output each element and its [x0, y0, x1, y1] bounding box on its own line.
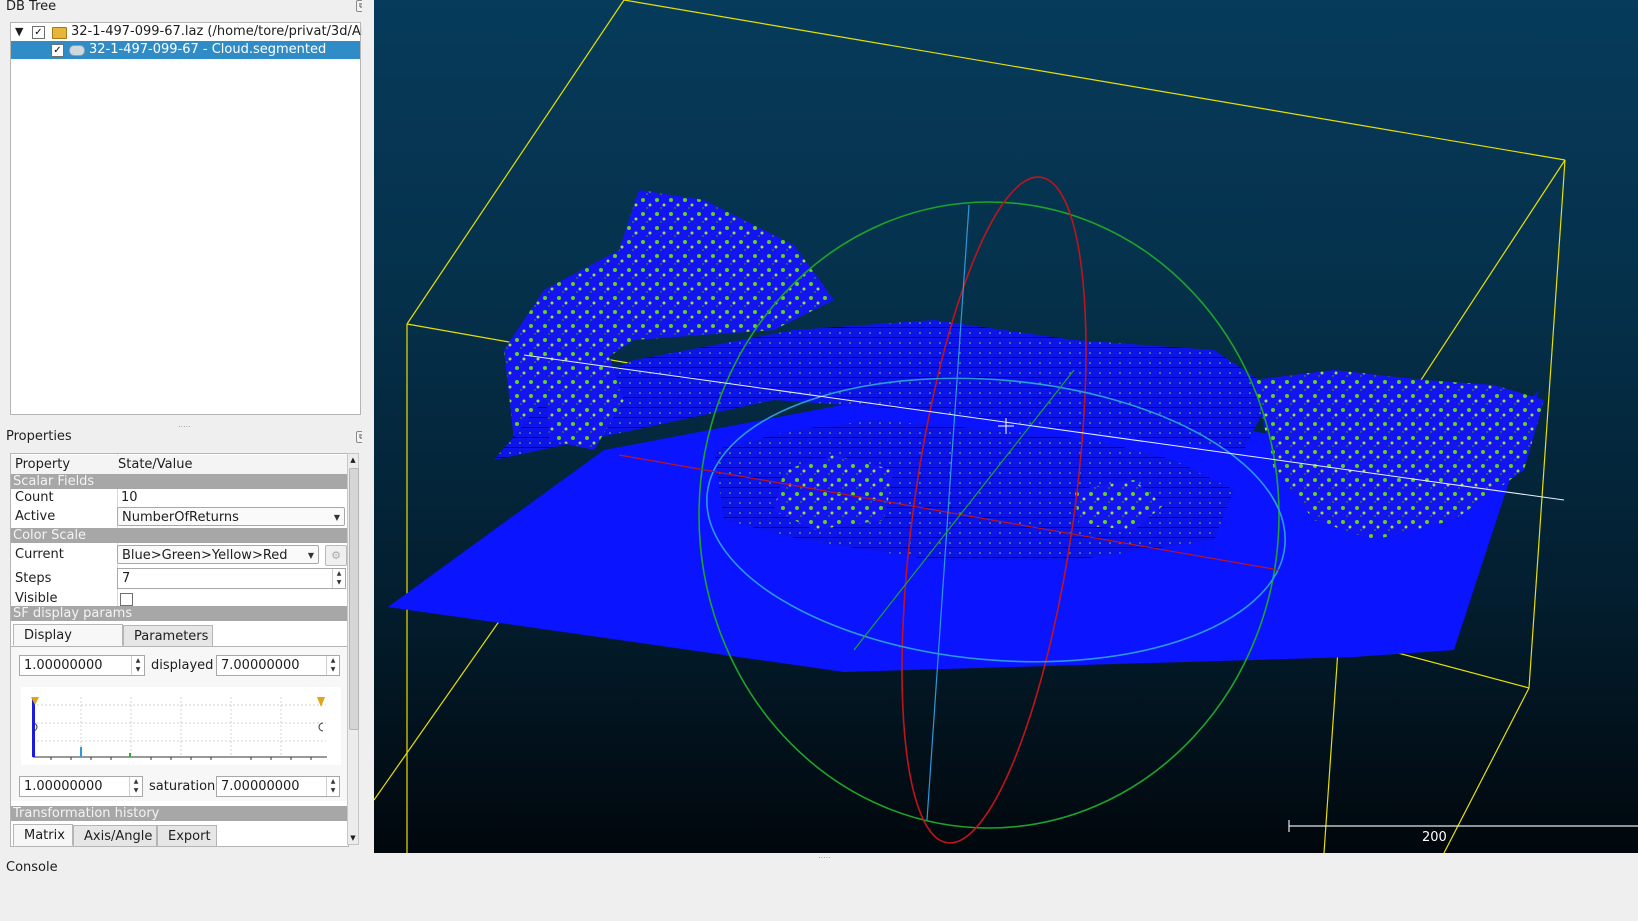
saturation-min-value: 1.00000000 [24, 779, 103, 794]
active-label: Active [15, 509, 56, 524]
properties-scrollbar[interactable]: ▲ ▼ [347, 453, 359, 845]
sf-histogram[interactable] [21, 687, 341, 765]
tab-parameters[interactable]: Parameters [123, 625, 213, 647]
color-scale-value: Blue>Green>Yellow>Red [122, 548, 288, 563]
expand-arrow-icon[interactable]: ▼ [15, 23, 23, 41]
spin-arrows-icon[interactable]: ▲ ▼ [131, 656, 144, 675]
section-scalar-fields: Scalar Fields [11, 474, 348, 489]
color-scale-editor-gear-icon[interactable]: ⚙ [325, 545, 347, 566]
scrollbar-thumb[interactable] [349, 468, 359, 730]
point-cloud-render[interactable] [374, 0, 1638, 853]
displayed-max-spinbox[interactable]: 7.00000000 ▲ ▼ [216, 655, 340, 676]
tree-item-laz-file[interactable]: ▼ ✓ 32-1-497-099-67.laz (/home/tore/priv… [11, 23, 377, 41]
tree-item-label: 32-1-497-099-67.laz (/home/tore/privat/3… [71, 24, 378, 39]
displayed-label: displayed [151, 658, 214, 673]
panel-splitter[interactable] [362, 0, 374, 853]
section-transformation-history: Transformation history [11, 806, 348, 821]
splitter-handle[interactable]: ..... [178, 420, 191, 429]
scroll-down-icon[interactable]: ▼ [348, 833, 358, 843]
row-count: Count 10 [11, 488, 348, 507]
tree-item-label: 32-1-497-099-67 - Cloud.segmented [89, 42, 327, 57]
properties-header-row: Property State/Value [11, 455, 348, 474]
saturation-max-spinbox[interactable]: 7.00000000 ▲ ▼ [216, 776, 340, 797]
spin-arrows-icon[interactable]: ▲ ▼ [326, 777, 339, 796]
section-color-scale: Color Scale [11, 528, 348, 543]
steps-value: 7 [122, 571, 131, 586]
tree-item-checkbox[interactable]: ✓ [51, 44, 64, 57]
visible-checkbox[interactable] [120, 593, 133, 606]
saturation-min-spinbox[interactable]: 1.00000000 ▲ ▼ [19, 776, 143, 797]
active-sf-dropdown[interactable]: NumberOfReturns ▼ [117, 507, 345, 526]
splitter-handle[interactable]: ..... [818, 851, 831, 860]
chevron-down-icon: ▼ [307, 551, 314, 560]
db-tree-panel[interactable]: ▼ ✓ 32-1-497-099-67.laz (/home/tore/priv… [10, 22, 377, 415]
console-title: Console [6, 860, 58, 875]
chevron-down-icon: ▼ [333, 513, 340, 522]
saturation-label: saturation [149, 779, 216, 794]
console-dock: ..... Console [0, 851, 1638, 921]
displayed-min-value: 1.00000000 [24, 658, 103, 673]
section-sf-display-params: SF display params [11, 606, 348, 621]
steps-label: Steps [15, 571, 52, 586]
header-property: Property [15, 457, 71, 472]
spin-arrows-icon[interactable]: ▲ ▼ [332, 569, 345, 588]
steps-spinbox[interactable]: 7 ▲ ▼ [117, 568, 346, 589]
tab-axis-angle[interactable]: Axis/Angle [73, 825, 157, 846]
tree-item-cloud-segmented[interactable]: ✓ 32-1-497-099-67 - Cloud.segmented [11, 41, 360, 59]
tab-matrix[interactable]: Matrix [13, 824, 73, 846]
color-scale-dropdown[interactable]: Blue>Green>Yellow>Red ▼ [117, 545, 319, 564]
tree-item-checkbox[interactable]: ✓ [32, 26, 45, 39]
displayed-max-value: 7.00000000 [221, 658, 300, 673]
count-value: 10 [121, 490, 138, 505]
saturation-max-value: 7.00000000 [221, 779, 300, 794]
header-state-value: State/Value [118, 457, 193, 472]
point-cloud-icon [69, 45, 85, 56]
spin-arrows-icon[interactable]: ▲ ▼ [326, 656, 339, 675]
folder-icon [52, 27, 67, 39]
3d-view[interactable]: 200 [374, 0, 1638, 853]
current-label: Current [15, 547, 64, 562]
spin-arrows-icon[interactable]: ▲ ▼ [129, 777, 142, 796]
properties-title: Properties [6, 429, 72, 444]
tab-display-ranges[interactable]: Display ranges [13, 624, 123, 665]
db-tree-title: DB Tree [6, 0, 57, 14]
properties-table[interactable]: Property State/Value Scalar Fields Count… [10, 453, 349, 847]
count-label: Count [15, 490, 54, 505]
scale-bar-label: 200 [1422, 830, 1447, 845]
tab-export[interactable]: Export [157, 825, 217, 846]
scroll-up-icon[interactable]: ▲ [348, 455, 358, 465]
active-sf-value: NumberOfReturns [122, 510, 239, 525]
displayed-min-spinbox[interactable]: 1.00000000 ▲ ▼ [19, 655, 145, 676]
